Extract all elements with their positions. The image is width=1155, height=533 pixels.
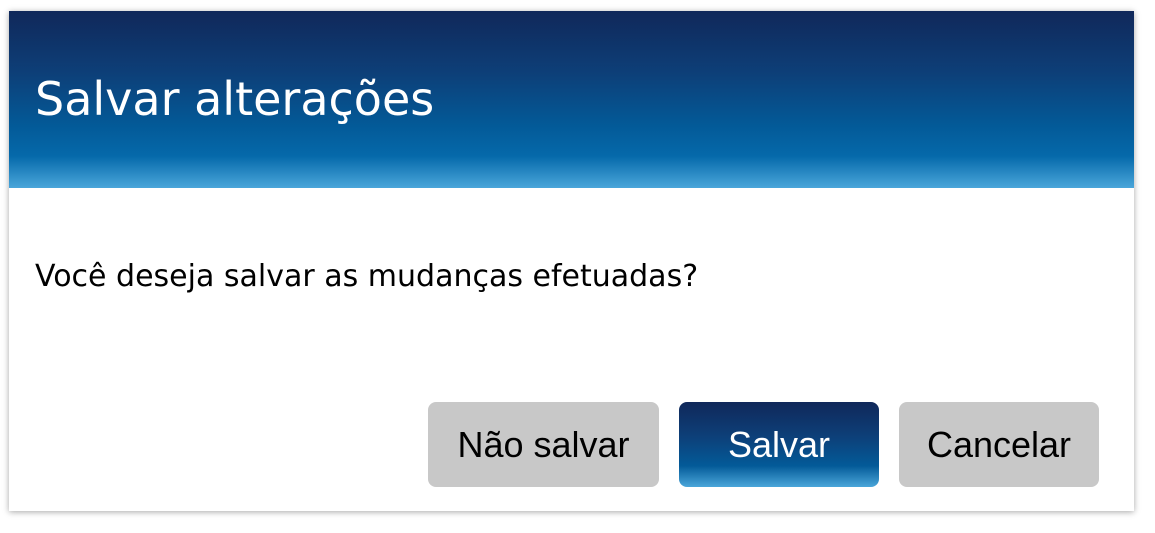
dialog-header: Salvar alterações [9, 11, 1134, 188]
cancel-button[interactable]: Cancelar [899, 402, 1099, 487]
save-button[interactable]: Salvar [679, 402, 879, 487]
dont-save-button[interactable]: Não salvar [428, 402, 659, 487]
save-changes-dialog: Salvar alterações Você deseja salvar as … [9, 11, 1134, 511]
dialog-message: Você deseja salvar as mudanças efetuadas… [35, 259, 699, 294]
dialog-title: Salvar alterações [35, 72, 435, 126]
